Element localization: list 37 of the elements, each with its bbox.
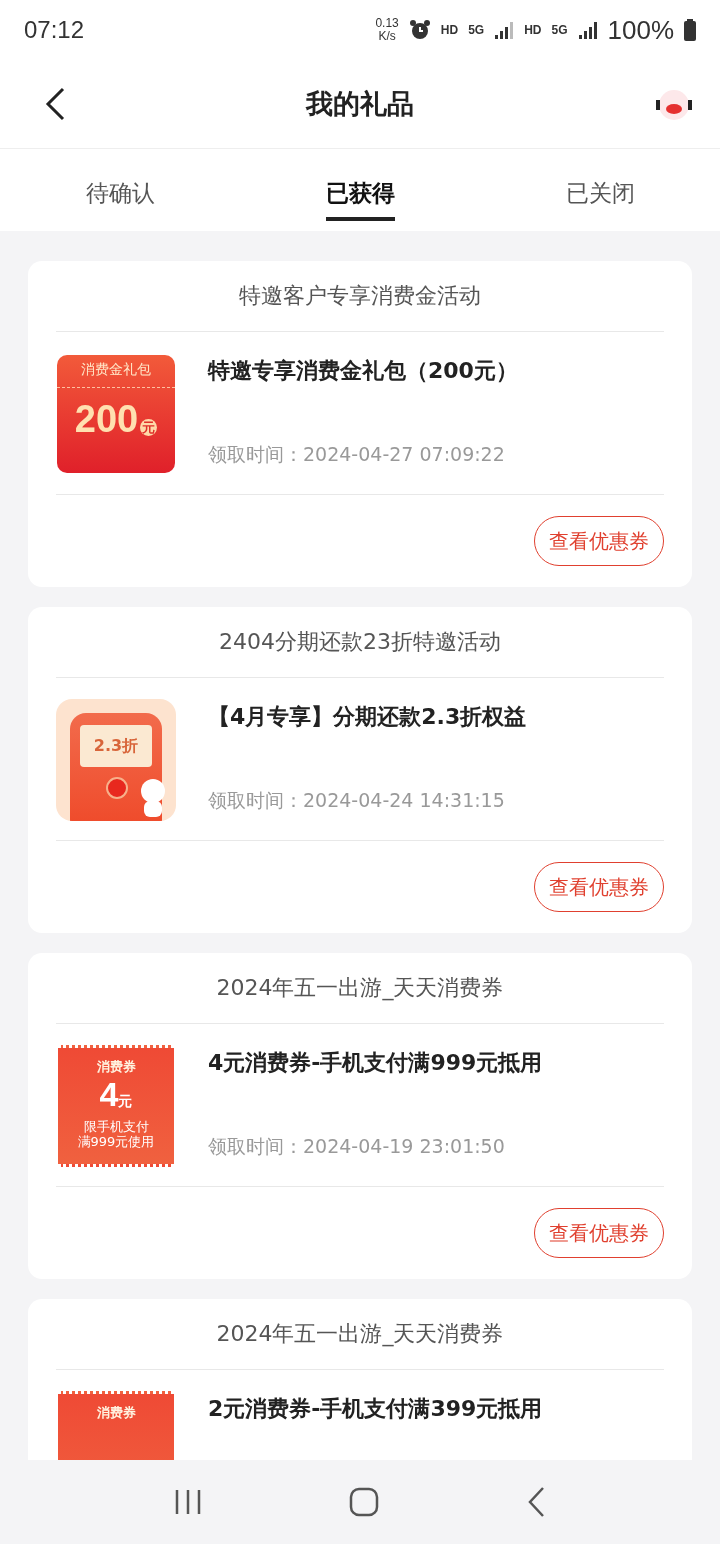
tab[interactable]: 已获得 (240, 149, 480, 231)
tab[interactable]: 待确认 (0, 149, 240, 231)
gift-package-thumbnail: 消费金礼包 200 元 (57, 355, 175, 473)
claim-time: 领取时间：2024-04-19 23:01:50 (208, 1134, 506, 1159)
gift-title: 【4月专享】分期还款2.3折权益 (208, 703, 527, 731)
view-coupon-button[interactable]: 查看优惠券 (534, 516, 664, 566)
gift-title: 2元消费券-手机支付满399元抵用 (208, 1395, 543, 1423)
back-icon[interactable] (44, 87, 66, 121)
activity-title: 2024年五一出游_天天消费券 (56, 953, 664, 1024)
network-speed: 0.13 K/s (375, 17, 399, 43)
recent-apps-icon[interactable] (173, 1489, 202, 1515)
activity-title: 特邀客户专享消费金活动 (56, 261, 664, 332)
network-type: 5G (551, 23, 568, 37)
claim-time: 领取时间：2024-04-24 14:31:15 (208, 788, 506, 813)
page-title: 我的礼品 (306, 87, 414, 121)
view-coupon-button[interactable]: 查看优惠券 (534, 1208, 664, 1258)
back-icon[interactable] (526, 1486, 547, 1518)
battery-icon (684, 19, 696, 41)
home-icon[interactable] (349, 1487, 379, 1517)
activity-title: 2404分期还款23折特邀活动 (56, 607, 664, 678)
hd-indicator: HD (524, 23, 542, 37)
battery-level: 100% (607, 14, 674, 46)
signal-icon (494, 21, 515, 39)
signal-icon (577, 21, 598, 39)
status-time: 07:12 (24, 16, 86, 44)
activity-title: 2024年五一出游_天天消费券 (56, 1299, 664, 1370)
gift-title: 特邀专享消费金礼包（200元） (208, 357, 518, 385)
voucher-thumbnail: 消费券 4元 限手机支付 满999元使用 (58, 1045, 174, 1167)
network-type: 5G (468, 23, 485, 37)
voucher-thumbnail: 消费券 (58, 1391, 174, 1460)
gift-envelope-thumbnail: 2.3折 (56, 699, 176, 821)
claim-time: 领取时间：2024-04-27 07:09:22 (208, 442, 506, 467)
alarm-icon (408, 19, 431, 41)
gift-title: 4元消费券-手机支付满999元抵用 (208, 1049, 543, 1077)
hd-indicator: HD (440, 23, 459, 37)
tab[interactable]: 已关闭 (480, 149, 720, 231)
view-coupon-button[interactable]: 查看优惠券 (534, 862, 664, 912)
